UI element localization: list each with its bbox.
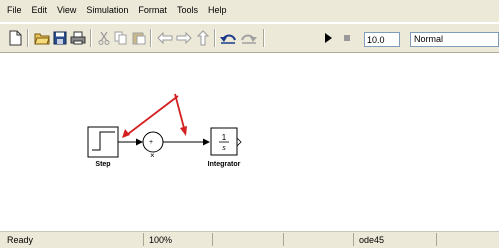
zoom-level: 100% bbox=[149, 235, 173, 245]
status-bar: Ready 100% ode45 bbox=[0, 231, 499, 248]
status-divider bbox=[283, 233, 284, 246]
integrator-denominator: s bbox=[222, 145, 226, 152]
toolbar-separator bbox=[263, 29, 265, 47]
menu-edit[interactable]: Edit bbox=[27, 0, 53, 22]
menu-file[interactable]: File bbox=[0, 0, 27, 22]
cut-icon[interactable] bbox=[95, 29, 112, 46]
sum-plus-sign: + bbox=[149, 139, 153, 146]
play-icon[interactable] bbox=[319, 29, 336, 46]
redo-icon[interactable] bbox=[240, 29, 257, 46]
step-block[interactable]: Step bbox=[87, 126, 119, 168]
simulink-window: File Edit View Simulation Format Tools H… bbox=[0, 0, 499, 248]
integrator-block[interactable]: 1 s Integrator bbox=[208, 127, 242, 168]
block-diagram: Step + × 1 s Integrator bbox=[87, 93, 242, 168]
copy-icon[interactable] bbox=[112, 29, 129, 46]
back-arrow-icon[interactable] bbox=[156, 29, 173, 46]
save-icon[interactable] bbox=[51, 29, 68, 46]
toolbar-separator bbox=[90, 29, 92, 47]
status-divider bbox=[143, 233, 144, 246]
open-folder-icon[interactable] bbox=[33, 29, 50, 46]
paste-icon[interactable] bbox=[130, 29, 147, 46]
toolbar-separator bbox=[214, 29, 216, 47]
print-icon[interactable] bbox=[69, 29, 86, 46]
menu-help[interactable]: Help bbox=[203, 0, 232, 22]
model-canvas[interactable]: Step + × 1 s Integrator bbox=[0, 54, 499, 230]
status-divider bbox=[212, 233, 213, 246]
new-file-icon[interactable] bbox=[6, 29, 23, 46]
menu-simulation[interactable]: Simulation bbox=[81, 0, 133, 22]
integrator-label: Integrator bbox=[208, 161, 241, 168]
undo-icon[interactable] bbox=[219, 29, 236, 46]
solver-name: ode45 bbox=[359, 235, 385, 245]
step-label: Step bbox=[95, 161, 110, 168]
toolbar-separator bbox=[150, 29, 152, 47]
status-divider bbox=[436, 233, 437, 246]
integrator-numerator: 1 bbox=[222, 133, 227, 142]
menu-bar: File Edit View Simulation Format Tools H… bbox=[0, 0, 499, 22]
menu-format[interactable]: Format bbox=[133, 0, 172, 22]
status-text: Ready bbox=[7, 235, 34, 245]
menu-view[interactable]: View bbox=[52, 0, 81, 22]
forward-arrow-icon[interactable] bbox=[175, 29, 192, 46]
up-arrow-icon[interactable] bbox=[194, 29, 211, 46]
stop-time-input[interactable]: 10.0 bbox=[364, 32, 400, 47]
status-divider bbox=[353, 233, 354, 246]
toolbar-separator bbox=[27, 29, 29, 47]
stop-icon[interactable] bbox=[338, 29, 355, 46]
simulation-mode-select[interactable]: Normal bbox=[410, 32, 499, 47]
annotation-arrows bbox=[122, 93, 187, 138]
menu-tools[interactable]: Tools bbox=[172, 0, 203, 22]
sum-minus-port: × bbox=[150, 151, 155, 160]
sum-block[interactable]: + × bbox=[142, 131, 164, 160]
